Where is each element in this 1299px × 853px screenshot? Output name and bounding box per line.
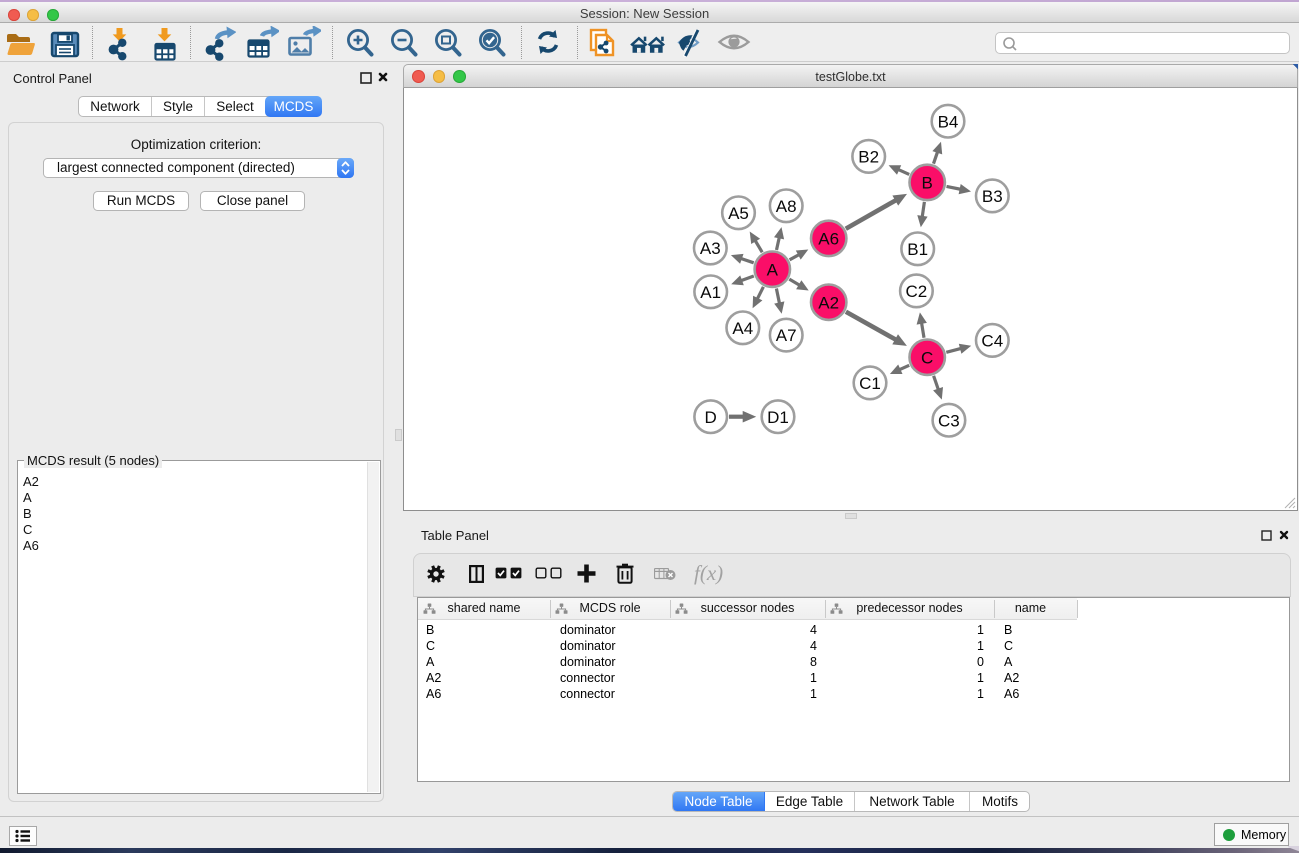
svg-text:C1: C1 xyxy=(859,374,881,393)
svg-text:B2: B2 xyxy=(858,148,879,167)
svg-text:B1: B1 xyxy=(907,240,928,259)
svg-text:A5: A5 xyxy=(728,204,749,223)
svg-text:A: A xyxy=(767,260,779,279)
svg-text:A3: A3 xyxy=(700,239,721,258)
svg-text:A1: A1 xyxy=(700,283,721,302)
svg-text:B: B xyxy=(922,174,933,193)
svg-text:A7: A7 xyxy=(776,326,797,345)
svg-text:B3: B3 xyxy=(982,187,1003,206)
svg-text:C: C xyxy=(921,348,933,367)
svg-text:A4: A4 xyxy=(732,319,753,338)
svg-text:B4: B4 xyxy=(938,112,959,131)
svg-text:A6: A6 xyxy=(818,230,839,249)
svg-text:C2: C2 xyxy=(906,282,928,301)
svg-text:D1: D1 xyxy=(767,408,789,427)
svg-text:A8: A8 xyxy=(776,197,797,216)
svg-text:C3: C3 xyxy=(938,411,960,430)
svg-text:C4: C4 xyxy=(981,332,1003,351)
svg-text:D: D xyxy=(705,408,717,427)
svg-text:A2: A2 xyxy=(818,293,839,312)
